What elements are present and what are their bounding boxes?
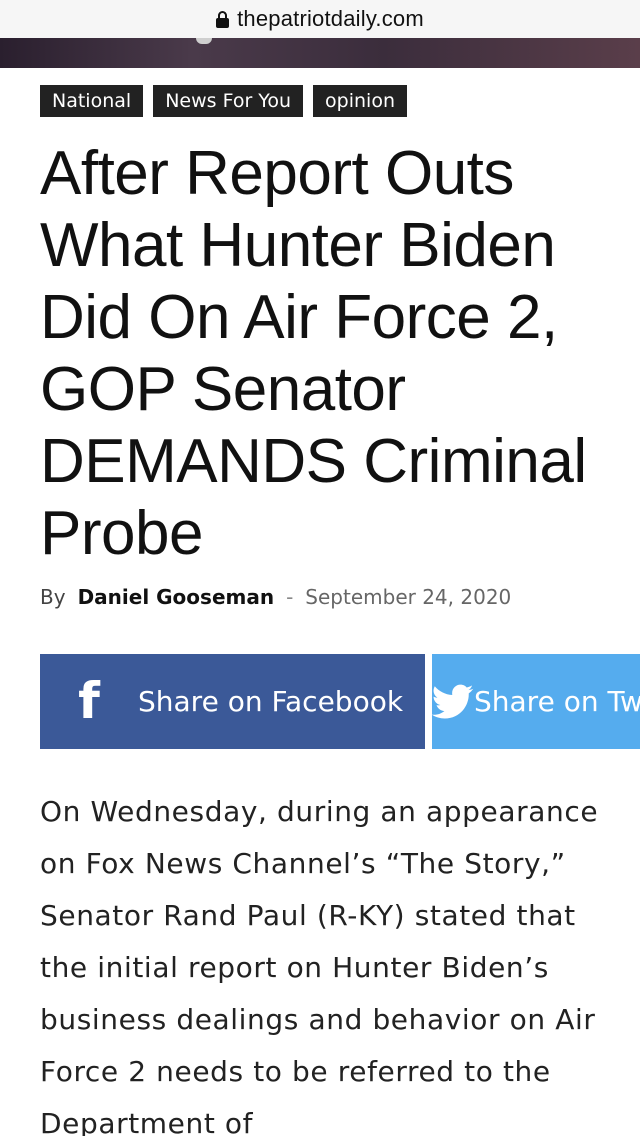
article-headline: After Report Outs What Hunter Biden Did … (40, 139, 587, 568)
share-facebook-label: Share on Facebook (138, 685, 404, 718)
tag-news-for-you[interactable]: News For You (153, 85, 304, 117)
site-header-banner (0, 38, 640, 68)
byline: By Daniel Gooseman - September 24, 2020 (40, 585, 511, 609)
share-twitter-button[interactable]: Share on Twitter (432, 654, 640, 749)
author-link[interactable]: Daniel Gooseman (78, 585, 275, 609)
lock-icon (216, 10, 230, 28)
banner-decoration (196, 38, 212, 44)
category-tags: National News For You opinion (40, 85, 407, 117)
byline-separator: - (286, 585, 294, 609)
address-bar[interactable]: thepatriotdaily.com (0, 0, 640, 38)
publish-date: September 24, 2020 (305, 585, 512, 609)
share-facebook-button[interactable]: f Share on Facebook (40, 654, 425, 749)
article-body-paragraph: On Wednesday, during an appearance on Fo… (40, 795, 599, 1136)
by-label: By (40, 585, 66, 609)
tag-opinion[interactable]: opinion (313, 85, 407, 117)
url-text[interactable]: thepatriotdaily.com (237, 6, 424, 32)
facebook-icon: f (78, 672, 100, 730)
tag-national[interactable]: National (40, 85, 144, 117)
twitter-icon (432, 684, 474, 720)
share-twitter-label: Share on Twitter (474, 685, 640, 718)
